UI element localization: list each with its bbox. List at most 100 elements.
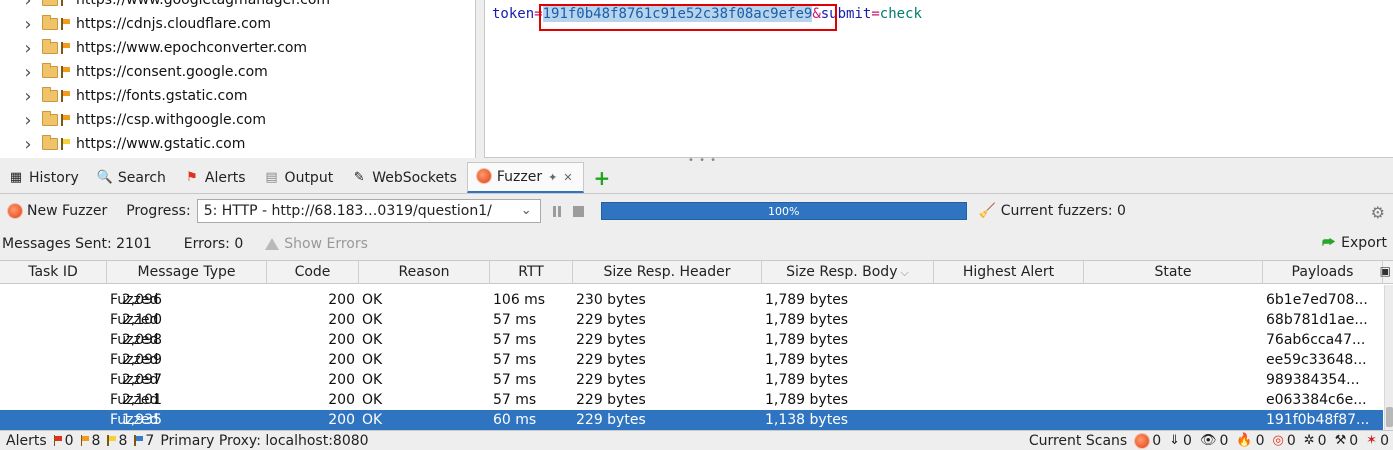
websockets-icon: ✎ (353, 169, 365, 185)
export-button[interactable]: ⮫ Export (1322, 235, 1387, 251)
message-type-cell: Fuzzed (110, 332, 159, 348)
close-icon[interactable]: ✕ (563, 171, 572, 184)
tree-node[interactable]: › https://consent.google.com (0, 60, 470, 84)
chevron-right-icon[interactable]: › (22, 110, 34, 131)
rtt-cell: 57 ms (493, 392, 537, 408)
size-header-cell: 229 bytes (576, 392, 646, 408)
column-header[interactable]: Size Resp. Body ⌵ (762, 261, 934, 284)
pause-icon[interactable] (552, 205, 561, 217)
column-header[interactable]: State (1084, 261, 1263, 284)
stop-icon[interactable] (572, 205, 584, 217)
tab-label: Alerts (204, 169, 246, 186)
size-header-cell: 229 bytes (576, 352, 646, 368)
column-header[interactable]: Message Type (107, 261, 267, 284)
fuzzer-toolbar: New Fuzzer Progress: 5: HTTP - http://68… (0, 195, 1393, 227)
table-row[interactable]: 1,935 Fuzzed 200 OK 60 ms 229 bytes 1,138 byte… (0, 410, 1383, 430)
new-fuzzer-label: New Fuzzer (27, 203, 108, 219)
add-tab-plus-icon[interactable]: + (584, 162, 621, 193)
tree-node[interactable]: › https://cdnjs.cloudflare.com (0, 12, 470, 36)
tab-output[interactable]: ▤ Output (256, 162, 344, 193)
column-header[interactable]: Highest Alert (934, 261, 1084, 284)
spider-download-icon: ⇓ (1169, 433, 1181, 448)
column-header[interactable]: RTT (490, 261, 573, 284)
flag-icon (60, 114, 70, 126)
size-header-cell: 229 bytes (576, 312, 646, 328)
vertical-scrollbar[interactable] (1384, 285, 1393, 430)
reason-cell: OK (362, 332, 383, 348)
column-header-label: Highest Alert (962, 264, 1055, 280)
column-header[interactable]: Code (267, 261, 359, 284)
tab-label: Output (284, 169, 334, 186)
table-row[interactable]: 2,096 Fuzzed 200 OK 106 ms 230 bytes 1,789 byt… (0, 290, 1383, 310)
yellow-flag-icon (106, 435, 116, 446)
broom-icon[interactable]: 🧹 (979, 204, 996, 218)
code-cell: 200 (328, 292, 355, 308)
progress-label: Progress: (126, 203, 191, 219)
rtt-cell: 57 ms (493, 352, 537, 368)
rtt-cell: 57 ms (493, 332, 537, 348)
param-eq-2: = (871, 6, 880, 22)
chevron-right-icon[interactable]: › (22, 62, 34, 83)
warning-icon (265, 238, 280, 250)
size-body-cell: 1,789 bytes (765, 332, 849, 348)
red-flag-icon (53, 435, 63, 446)
message-type-cell: Fuzzed (110, 292, 159, 308)
code-cell: 200 (328, 412, 355, 428)
table-row[interactable]: 2,099 Fuzzed 200 OK 57 ms 229 bytes 1,789 byte… (0, 350, 1383, 370)
output-icon: ▤ (265, 169, 278, 185)
column-menu-icon[interactable]: ▣ (1380, 264, 1391, 278)
table-row[interactable]: 2,100 Fuzzed 200 OK 57 ms 229 bytes 1,789 byte… (0, 310, 1383, 330)
column-header-label: Task ID (28, 264, 78, 280)
folder-icon (42, 87, 58, 102)
table-row[interactable]: 2,101 Fuzzed 200 OK 57 ms 229 bytes 1,789 byte… (0, 390, 1383, 410)
tree-node[interactable]: › https://www.epochconverter.com (0, 36, 470, 60)
alert-counts: 0887 (47, 432, 154, 449)
flag-icon (60, 66, 70, 78)
table-row[interactable]: 2,098 Fuzzed 200 OK 57 ms 229 bytes 1,789 byte… (0, 330, 1383, 350)
payload-cell: 191f0b48f87... (1266, 412, 1370, 428)
tree-node[interactable]: › https://fonts.gstatic.com (0, 84, 470, 108)
message-type-cell: Fuzzed (110, 352, 159, 368)
scrollbar-thumb[interactable] (1386, 407, 1393, 427)
gear-icon[interactable]: ⚙ (1371, 203, 1385, 222)
tab-history[interactable]: ▦ History (0, 162, 89, 193)
payload-cell: 989384354... (1266, 372, 1360, 388)
tab-fuzzer[interactable]: Fuzzer ✦ ✕ (466, 162, 584, 193)
column-header-label: State (1154, 264, 1192, 280)
chevron-right-icon[interactable]: › (22, 38, 34, 59)
progress-select[interactable]: 5: HTTP - http://68.183…0319/question1/ … (196, 199, 541, 223)
new-fuzzer-button[interactable]: New Fuzzer (8, 203, 107, 219)
column-header[interactable]: Payloads (1263, 261, 1383, 284)
tree-node[interactable]: › https://www.gstatic.com (0, 132, 470, 156)
tab-alerts[interactable]: ⚑ Alerts (176, 162, 256, 193)
reason-cell: OK (362, 372, 383, 388)
code-cell: 200 (328, 392, 355, 408)
tree-node[interactable]: › https://csp.withgoogle.com (0, 108, 470, 132)
pin-icon[interactable]: ✦ (548, 171, 557, 184)
sites-tree[interactable]: › https://www.googletagmanager.com › https:… (0, 0, 476, 158)
column-header-label: Size Resp. Body (786, 264, 898, 280)
size-body-cell: 1,789 bytes (765, 312, 849, 328)
folder-icon (42, 15, 58, 30)
tab-search[interactable]: 🔍 Search (89, 162, 176, 193)
column-header[interactable]: Task ID (0, 261, 107, 284)
alert-count: 8 (118, 432, 128, 449)
search-icon: 🔍 (96, 169, 113, 185)
export-label: Export (1341, 235, 1387, 251)
rtt-cell: 60 ms (493, 412, 537, 428)
chevron-right-icon[interactable]: › (22, 86, 34, 107)
scan-count: 0 (1183, 432, 1192, 449)
tree-node[interactable]: › https://www.googletagmanager.com (0, 0, 470, 12)
column-header-label: Code (294, 264, 331, 280)
chevron-right-icon[interactable]: › (22, 14, 34, 35)
chevron-right-icon[interactable]: › (22, 0, 34, 11)
message-type-cell: Fuzzed (110, 372, 159, 388)
folder-icon (42, 111, 58, 126)
column-header[interactable]: Reason (359, 261, 490, 284)
table-row[interactable]: 2,097 Fuzzed 200 OK 57 ms 229 bytes 1,789 byte… (0, 370, 1383, 390)
show-errors-button[interactable]: Show Errors (265, 236, 368, 252)
code-cell: 200 (328, 332, 355, 348)
tab-websockets[interactable]: ✎ WebSockets (343, 162, 467, 193)
chevron-right-icon[interactable]: › (22, 134, 34, 155)
column-header[interactable]: Size Resp. Header (573, 261, 762, 284)
